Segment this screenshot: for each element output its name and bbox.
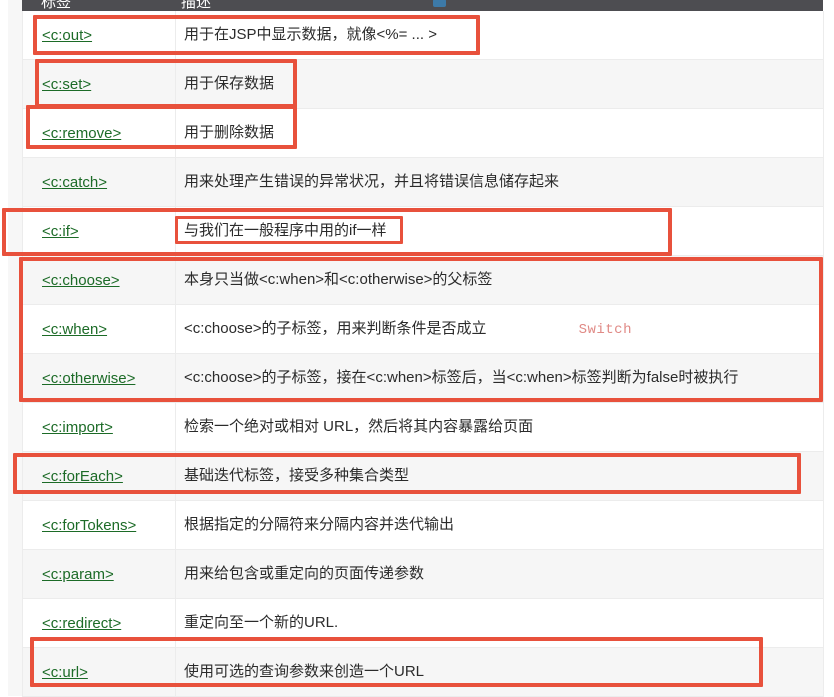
table-header-row: 标签 描述: [22, 0, 823, 11]
tag-cell: <c:param>: [22, 549, 176, 599]
tag-cell: <c:if>: [22, 206, 176, 256]
description-text: 用于删除数据: [184, 124, 275, 141]
description-cell: 基础迭代标签，接受多种集合类型: [175, 451, 824, 501]
tag-link-c-remove[interactable]: <c:remove>: [42, 125, 121, 142]
tag-cell: <c:forEach>: [22, 451, 176, 501]
description-cell: 本身只当做<c:when>和<c:otherwise>的父标签: [175, 255, 824, 305]
tag-link-c-otherwise[interactable]: <c:otherwise>: [42, 370, 135, 387]
table-row: <c:redirect> 重定向至一个新的URL.: [22, 598, 824, 648]
tag-cell: <c:catch>: [22, 157, 176, 207]
tag-link-c-set[interactable]: <c:set>: [42, 76, 91, 93]
tag-cell: <c:set>: [22, 59, 176, 109]
description-cell: 用于在JSP中显示数据，就像<%= ... >: [175, 11, 824, 60]
description-text: 检索一个绝对或相对 URL，然后将其内容暴露给页面: [184, 418, 534, 435]
table-row: <c:out> 用于在JSP中显示数据，就像<%= ... >: [22, 11, 824, 60]
description-text: 本身只当做<c:when>和<c:otherwise>的父标签: [184, 271, 493, 288]
description-text: 用于保存数据: [184, 75, 275, 92]
tag-cell: <c:otherwise>: [22, 353, 176, 403]
tag-cell: <c:when>: [22, 304, 176, 354]
table-row: <c:forEach> 基础迭代标签，接受多种集合类型: [22, 451, 824, 501]
table-row: <c:set> 用于保存数据: [22, 59, 824, 109]
description-text: 与我们在一般程序中用的if一样: [184, 222, 387, 239]
tag-link-c-redirect[interactable]: <c:redirect>: [42, 615, 121, 632]
description-text: <c:choose>的子标签，接在<c:when>标签后，当<c:when>标签…: [184, 369, 739, 386]
description-cell: 用于删除数据: [175, 108, 824, 158]
description-text: 重定向至一个新的URL.: [184, 614, 339, 631]
description-text: 用于在JSP中显示数据，就像<%= ... >: [184, 26, 437, 43]
header-marker-icon: [433, 0, 446, 7]
description-cell: 用来处理产生错误的异常状况，并且将错误信息储存起来: [175, 157, 824, 207]
tag-cell: <c:redirect>: [22, 598, 176, 648]
tag-cell: <c:url>: [22, 647, 176, 697]
tag-link-c-url[interactable]: <c:url>: [42, 664, 88, 681]
table-row: <c:forTokens> 根据指定的分隔符来分隔内容并迭代输出: [22, 500, 824, 550]
description-cell: 重定向至一个新的URL.: [175, 598, 824, 648]
table-row: <c:catch> 用来处理产生错误的异常状况，并且将错误信息储存起来: [22, 157, 824, 207]
tag-cell: <c:import>: [22, 402, 176, 452]
left-gutter: [8, 0, 23, 696]
table-row: <c:when> <c:choose>的子标签，用来判断条件是否成立 Switch: [22, 304, 824, 354]
description-text: 用来处理产生错误的异常状况，并且将错误信息储存起来: [184, 173, 560, 190]
table-row: <c:choose> 本身只当做<c:when>和<c:otherwise>的父…: [22, 255, 824, 305]
description-cell: 用于保存数据: [175, 59, 824, 109]
column-header-tag: 标签: [41, 0, 72, 11]
page-root: 标签 描述 <c:out> 用于在JSP中显示数据，就像<%= ... > <c…: [0, 0, 834, 697]
switch-annotation-text: Switch: [578, 322, 632, 338]
table-row: <c:if> 与我们在一般程序中用的if一样: [22, 206, 824, 256]
column-header-description: 描述: [181, 0, 212, 11]
jstl-core-tag-table: <c:out> 用于在JSP中显示数据，就像<%= ... > <c:set> …: [22, 11, 824, 697]
tag-link-c-foreach[interactable]: <c:forEach>: [42, 468, 123, 485]
table-row: <c:param> 用来给包含或重定向的页面传递参数: [22, 549, 824, 599]
right-gutter: [823, 0, 834, 696]
description-cell: 检索一个绝对或相对 URL，然后将其内容暴露给页面: [175, 402, 824, 452]
description-cell: <c:choose>的子标签，接在<c:when>标签后，当<c:when>标签…: [175, 353, 824, 403]
description-cell: 用来给包含或重定向的页面传递参数: [175, 549, 824, 599]
description-text: <c:choose>的子标签，用来判断条件是否成立: [184, 320, 487, 337]
table-row: <c:url> 使用可选的查询参数来创造一个URL: [22, 647, 824, 697]
tag-cell: <c:forTokens>: [22, 500, 176, 550]
tag-link-c-choose[interactable]: <c:choose>: [42, 272, 120, 289]
tag-cell: <c:out>: [22, 11, 176, 60]
tag-link-c-out[interactable]: <c:out>: [42, 27, 92, 44]
description-text: 用来给包含或重定向的页面传递参数: [184, 565, 425, 582]
description-text: 基础迭代标签，接受多种集合类型: [184, 467, 410, 484]
tag-link-c-param[interactable]: <c:param>: [42, 566, 114, 583]
description-cell: 使用可选的查询参数来创造一个URL: [175, 647, 824, 697]
description-cell: 根据指定的分隔符来分隔内容并迭代输出: [175, 500, 824, 550]
table-row: <c:otherwise> <c:choose>的子标签，接在<c:when>标…: [22, 353, 824, 403]
tag-link-c-when[interactable]: <c:when>: [42, 321, 107, 338]
description-text: 使用可选的查询参数来创造一个URL: [184, 663, 425, 680]
description-cell: 与我们在一般程序中用的if一样: [175, 206, 824, 256]
description-cell: <c:choose>的子标签，用来判断条件是否成立 Switch: [175, 304, 824, 354]
tag-link-c-catch[interactable]: <c:catch>: [42, 174, 107, 191]
description-text: 根据指定的分隔符来分隔内容并迭代输出: [184, 516, 455, 533]
tag-link-c-if[interactable]: <c:if>: [42, 223, 79, 240]
tag-link-c-import[interactable]: <c:import>: [42, 419, 113, 436]
table-row: <c:import> 检索一个绝对或相对 URL，然后将其内容暴露给页面: [22, 402, 824, 452]
tag-cell: <c:remove>: [22, 108, 176, 158]
tag-cell: <c:choose>: [22, 255, 176, 305]
table-row: <c:remove> 用于删除数据: [22, 108, 824, 158]
tag-link-c-fortokens[interactable]: <c:forTokens>: [42, 517, 136, 534]
